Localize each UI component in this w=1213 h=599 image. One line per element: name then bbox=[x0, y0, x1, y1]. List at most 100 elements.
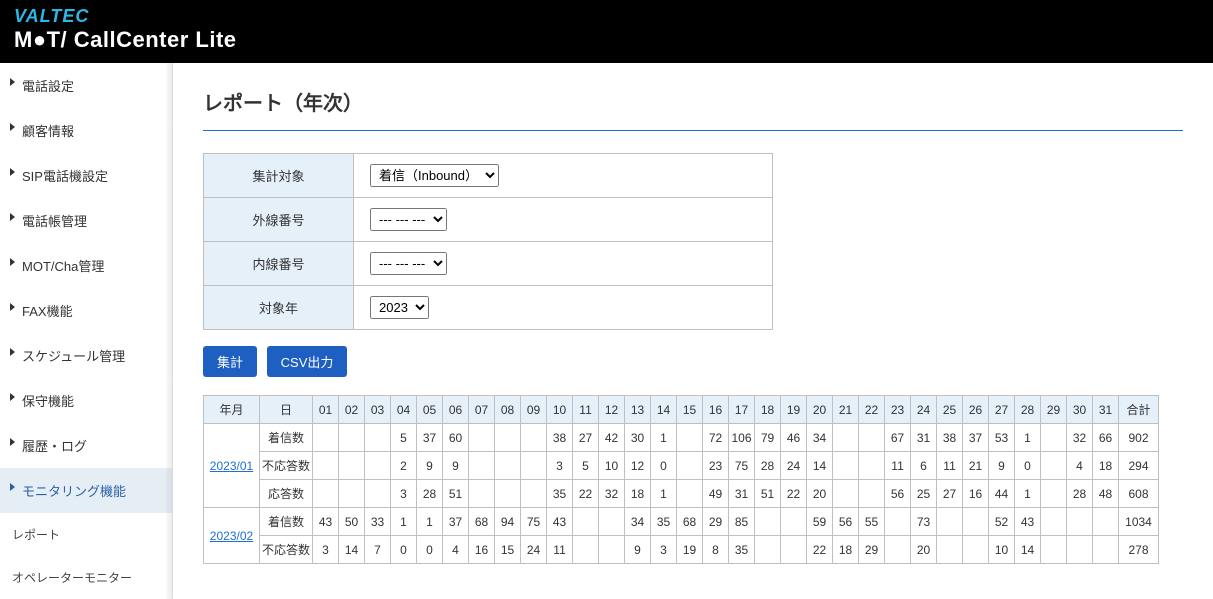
table-cell bbox=[521, 480, 547, 508]
caret-right-icon bbox=[10, 393, 15, 401]
table-cell bbox=[677, 452, 703, 480]
sidebar-item-11[interactable]: オペレーターモニター bbox=[0, 556, 172, 599]
csv-export-button[interactable]: CSV出力 bbox=[267, 346, 348, 377]
table-cell: 28 bbox=[417, 480, 443, 508]
caret-right-icon bbox=[10, 438, 15, 446]
yearmonth-link[interactable]: 2023/01 bbox=[204, 424, 260, 508]
table-header: 11 bbox=[573, 396, 599, 424]
sidebar-item-0[interactable]: 電話設定 bbox=[0, 63, 172, 108]
sidebar-item-9[interactable]: モニタリング機能 bbox=[0, 468, 172, 513]
table-cell bbox=[521, 424, 547, 452]
yearmonth-link[interactable]: 2023/02 bbox=[204, 508, 260, 564]
sidebar-item-label: モニタリング機能 bbox=[22, 484, 126, 499]
sidebar-item-7[interactable]: 保守機能 bbox=[0, 378, 172, 423]
table-cell bbox=[495, 424, 521, 452]
table-cell: 66 bbox=[1093, 424, 1119, 452]
table-cell: 85 bbox=[729, 508, 755, 536]
table-cell: 34 bbox=[807, 424, 833, 452]
page-title: レポート（年次） bbox=[203, 87, 1183, 116]
filter-panel: 集計対象 着信（Inbound） 外線番号 --- --- --- 内線番号 -… bbox=[203, 153, 773, 330]
table-cell bbox=[963, 508, 989, 536]
table-header: 19 bbox=[781, 396, 807, 424]
caret-right-icon bbox=[10, 483, 15, 491]
row-metric-label: 不応答数 bbox=[260, 452, 313, 480]
table-cell bbox=[599, 536, 625, 564]
sidebar-item-label: 顧客情報 bbox=[22, 124, 74, 139]
sidebar-item-5[interactable]: FAX機能 bbox=[0, 288, 172, 333]
table-cell: 29 bbox=[703, 508, 729, 536]
table-cell: 75 bbox=[521, 508, 547, 536]
table-cell: 10 bbox=[989, 536, 1015, 564]
report-table: 年月日0102030405060708091011121314151617181… bbox=[203, 395, 1159, 564]
table-cell bbox=[313, 424, 339, 452]
table-cell bbox=[1067, 508, 1093, 536]
sidebar-item-6[interactable]: スケジュール管理 bbox=[0, 333, 172, 378]
table-cell: 1 bbox=[391, 508, 417, 536]
aggregate-button[interactable]: 集計 bbox=[203, 346, 257, 377]
table-cell: 2 bbox=[391, 452, 417, 480]
row-total: 1034 bbox=[1119, 508, 1159, 536]
sidebar-item-10[interactable]: レポート bbox=[0, 513, 172, 556]
table-cell bbox=[469, 452, 495, 480]
filter-int-label: 内線番号 bbox=[204, 242, 354, 286]
table-cell bbox=[313, 480, 339, 508]
sidebar-item-1[interactable]: 顧客情報 bbox=[0, 108, 172, 153]
row-total: 902 bbox=[1119, 424, 1159, 452]
sidebar-item-8[interactable]: 履歴・ログ bbox=[0, 423, 172, 468]
table-cell: 31 bbox=[729, 480, 755, 508]
table-cell: 24 bbox=[521, 536, 547, 564]
table-cell bbox=[599, 508, 625, 536]
table-cell: 18 bbox=[833, 536, 859, 564]
table-cell bbox=[833, 452, 859, 480]
table-cell: 9 bbox=[989, 452, 1015, 480]
table-header: 26 bbox=[963, 396, 989, 424]
table-cell: 0 bbox=[651, 452, 677, 480]
table-cell bbox=[1041, 536, 1067, 564]
table-header: 日 bbox=[260, 396, 313, 424]
row-total: 608 bbox=[1119, 480, 1159, 508]
filter-year-select[interactable]: 2023 bbox=[370, 296, 429, 319]
table-cell: 49 bbox=[703, 480, 729, 508]
sidebar-item-3[interactable]: 電話帳管理 bbox=[0, 198, 172, 243]
filter-ext-select[interactable]: --- --- --- bbox=[370, 208, 447, 231]
table-header: 29 bbox=[1041, 396, 1067, 424]
sidebar-item-4[interactable]: MOT/Cha管理 bbox=[0, 243, 172, 288]
table-cell: 9 bbox=[443, 452, 469, 480]
table-header: 07 bbox=[469, 396, 495, 424]
table-cell: 14 bbox=[339, 536, 365, 564]
sidebar-item-2[interactable]: SIP電話機設定 bbox=[0, 153, 172, 198]
table-cell bbox=[1041, 480, 1067, 508]
sidebar: 電話設定顧客情報 SIP電話機設定電話帳管理MOT/Cha管理 FAX機能スケジュー… bbox=[0, 63, 173, 599]
table-cell: 59 bbox=[807, 508, 833, 536]
table-cell: 50 bbox=[339, 508, 365, 536]
table-cell: 14 bbox=[1015, 536, 1041, 564]
table-cell: 27 bbox=[937, 480, 963, 508]
table-cell bbox=[469, 424, 495, 452]
table-cell: 56 bbox=[885, 480, 911, 508]
table-cell: 22 bbox=[781, 480, 807, 508]
table-cell bbox=[313, 452, 339, 480]
table-header: 27 bbox=[989, 396, 1015, 424]
filter-target-select[interactable]: 着信（Inbound） bbox=[370, 164, 499, 187]
sidebar-item-label: 電話設定 bbox=[22, 79, 74, 94]
filter-int-select[interactable]: --- --- --- bbox=[370, 252, 447, 275]
table-cell: 24 bbox=[781, 452, 807, 480]
filter-target-label: 集計対象 bbox=[204, 154, 354, 198]
table-cell bbox=[859, 424, 885, 452]
table-cell bbox=[833, 424, 859, 452]
sidebar-item-label: FAX機能 bbox=[22, 304, 73, 319]
table-cell: 32 bbox=[599, 480, 625, 508]
table-cell: 94 bbox=[495, 508, 521, 536]
table-header: 16 bbox=[703, 396, 729, 424]
table-cell: 18 bbox=[1093, 452, 1119, 480]
table-cell: 1 bbox=[651, 480, 677, 508]
table-header: 13 bbox=[625, 396, 651, 424]
table-cell bbox=[1093, 508, 1119, 536]
table-cell: 25 bbox=[911, 480, 937, 508]
table-cell: 68 bbox=[469, 508, 495, 536]
table-header: 15 bbox=[677, 396, 703, 424]
table-cell: 51 bbox=[755, 480, 781, 508]
table-cell bbox=[937, 536, 963, 564]
table-cell bbox=[963, 536, 989, 564]
table-cell: 9 bbox=[417, 452, 443, 480]
